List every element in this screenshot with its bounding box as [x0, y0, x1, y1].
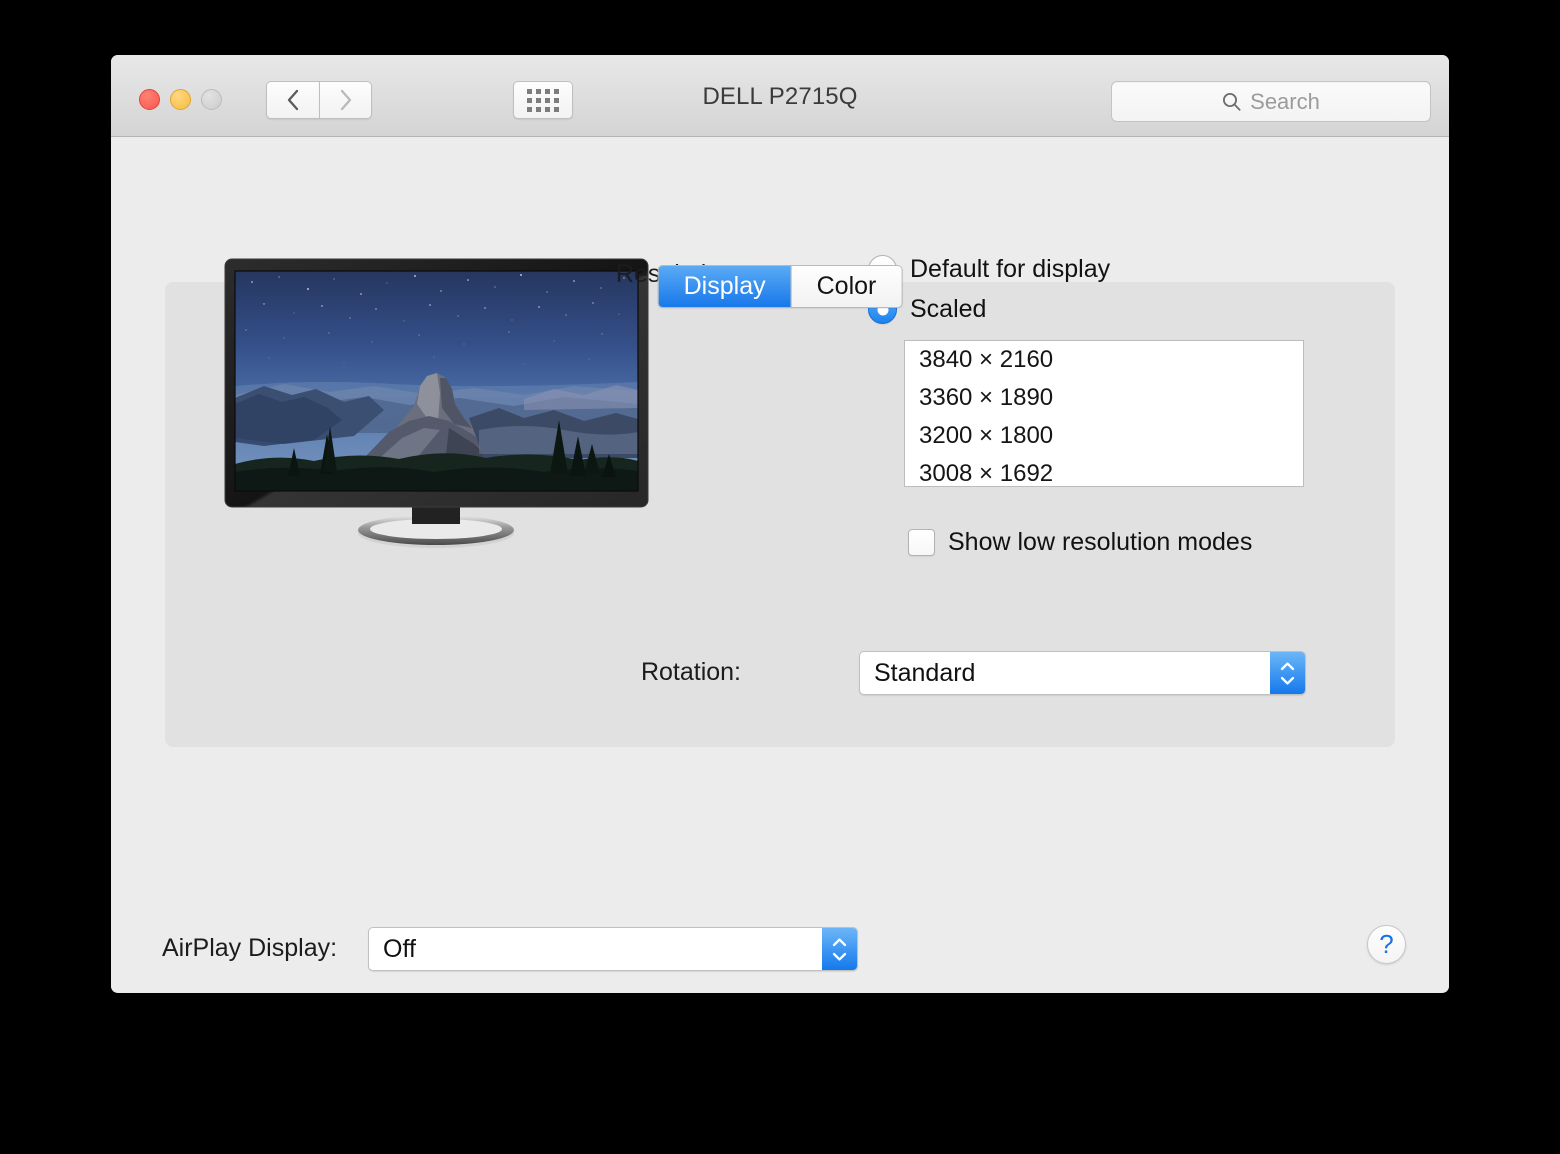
monitor-preview	[224, 258, 649, 548]
chevron-down-icon	[1280, 676, 1295, 685]
airplay-display-value: Off	[383, 934, 416, 963]
radio-scaled-label: Scaled	[910, 295, 987, 323]
list-item[interactable]: 3840 × 2160	[905, 341, 1303, 379]
chevron-up-icon	[832, 937, 847, 946]
search-placeholder: Search	[1250, 88, 1320, 114]
rotation-label: Rotation:	[640, 658, 741, 686]
show-low-resolution-modes-checkbox[interactable]: Show low resolution modes	[908, 528, 1252, 557]
tab-display[interactable]: Display	[658, 266, 791, 307]
chevron-down-icon	[832, 952, 847, 961]
radio-default-label: Default for display	[910, 255, 1111, 283]
list-item[interactable]: 3360 × 1890	[905, 379, 1303, 417]
search-icon	[1223, 93, 1241, 111]
display-preferences-window: DELL P2715Q Search Display Color Default…	[111, 55, 1449, 993]
wallpaper-image	[235, 271, 638, 491]
checkbox-unchecked-icon	[908, 529, 935, 556]
airplay-display-label: AirPlay Display:	[162, 934, 338, 962]
search-input[interactable]: Search	[1111, 81, 1431, 122]
radio-default-for-display[interactable]: Default for display	[868, 255, 1110, 284]
tab-color[interactable]: Color	[790, 266, 902, 307]
list-item[interactable]: 3200 × 1800	[905, 417, 1303, 455]
rotation-value: Standard	[874, 658, 976, 687]
help-button[interactable]: ?	[1367, 925, 1406, 964]
window-titlebar: DELL P2715Q Search	[111, 55, 1449, 137]
show-low-resolution-modes-label: Show low resolution modes	[948, 528, 1253, 556]
rotation-select[interactable]: Standard	[859, 651, 1306, 695]
window-body: Display Color Default for display Scaled…	[111, 137, 1449, 992]
tab-bar: Display Color	[657, 265, 903, 308]
chevron-up-down-icon[interactable]	[822, 928, 857, 970]
chevron-up-icon	[1280, 661, 1295, 670]
chevron-up-down-icon[interactable]	[1270, 652, 1305, 694]
resolution-list[interactable]: 3840 × 2160 3360 × 1890 3200 × 1800 3008…	[904, 340, 1304, 487]
airplay-display-select[interactable]: Off	[368, 927, 858, 971]
list-item[interactable]: 3008 × 1692	[905, 455, 1303, 486]
